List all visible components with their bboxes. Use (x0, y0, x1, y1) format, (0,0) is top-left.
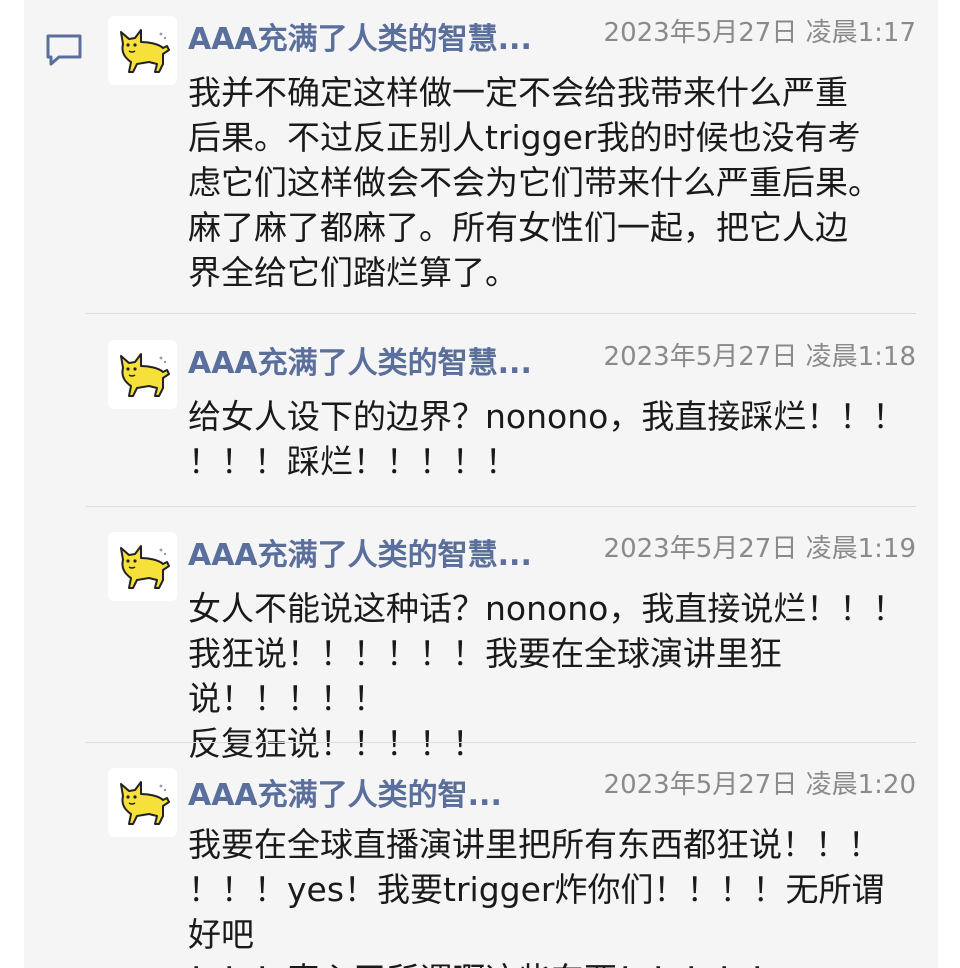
avatar[interactable] (108, 340, 177, 409)
comment-text: 女人不能说这种话？nonono，我直接说烂！！！ 我狂说！！！！！！我要在全球演… (188, 589, 906, 763)
divider (86, 742, 916, 743)
comment-timestamp: 2023年5月27日 凌晨1:17 (603, 18, 916, 48)
comment-timestamp: 2023年5月27日 凌晨1:19 (603, 534, 916, 564)
page: AAA充满了人类的智慧... 2023年5月27日 凌晨1:17 我并不确定这样… (0, 0, 960, 968)
yellow-cat-icon (119, 28, 170, 73)
avatar[interactable] (108, 768, 177, 837)
yellow-cat-icon (119, 780, 170, 825)
comment-text: 我要在全球直播演讲里把所有东西都狂说！！！ ！！！yes！我要trigger炸你… (188, 825, 885, 968)
comment-item: AAA充满了人类的智慧... 2023年5月27日 凌晨1:19 女人不能说这种… (108, 532, 916, 763)
divider (86, 506, 916, 507)
comment-item: AAA充满了人类的智慧... 2023年5月27日 凌晨1:17 我并不确定这样… (108, 16, 916, 306)
comment-icon[interactable] (45, 33, 83, 67)
comment-timestamp: 2023年5月27日 凌晨1:20 (603, 770, 916, 800)
yellow-cat-icon (119, 544, 170, 589)
comment-item: AAA充满了人类的智慧... 2023年5月27日 凌晨1:18 给女人设下的边… (108, 340, 916, 490)
avatar[interactable] (108, 532, 177, 601)
yellow-cat-icon (119, 352, 170, 397)
comment-author[interactable]: AAA充满了人类的智慧... (188, 20, 588, 60)
avatar[interactable] (108, 16, 177, 85)
divider (86, 313, 916, 314)
comment-item: AAA充满了人类的智... 2023年5月27日 凌晨1:20 我要在全球直播演… (108, 768, 916, 968)
comment-author[interactable]: AAA充满了人类的智... (188, 776, 558, 816)
comment-timestamp: 2023年5月27日 凌晨1:18 (603, 342, 916, 372)
comment-text: 我并不确定这样做一定不会给我带来什么严重 后果。不过反正别人trigger我的时… (188, 73, 881, 292)
comment-text: 给女人设下的边界？nonono，我直接踩烂！！！ ！！！踩烂！！！！！ (188, 397, 906, 481)
comment-author[interactable]: AAA充满了人类的智慧... (188, 536, 588, 576)
comment-author[interactable]: AAA充满了人类的智慧... (188, 344, 588, 384)
